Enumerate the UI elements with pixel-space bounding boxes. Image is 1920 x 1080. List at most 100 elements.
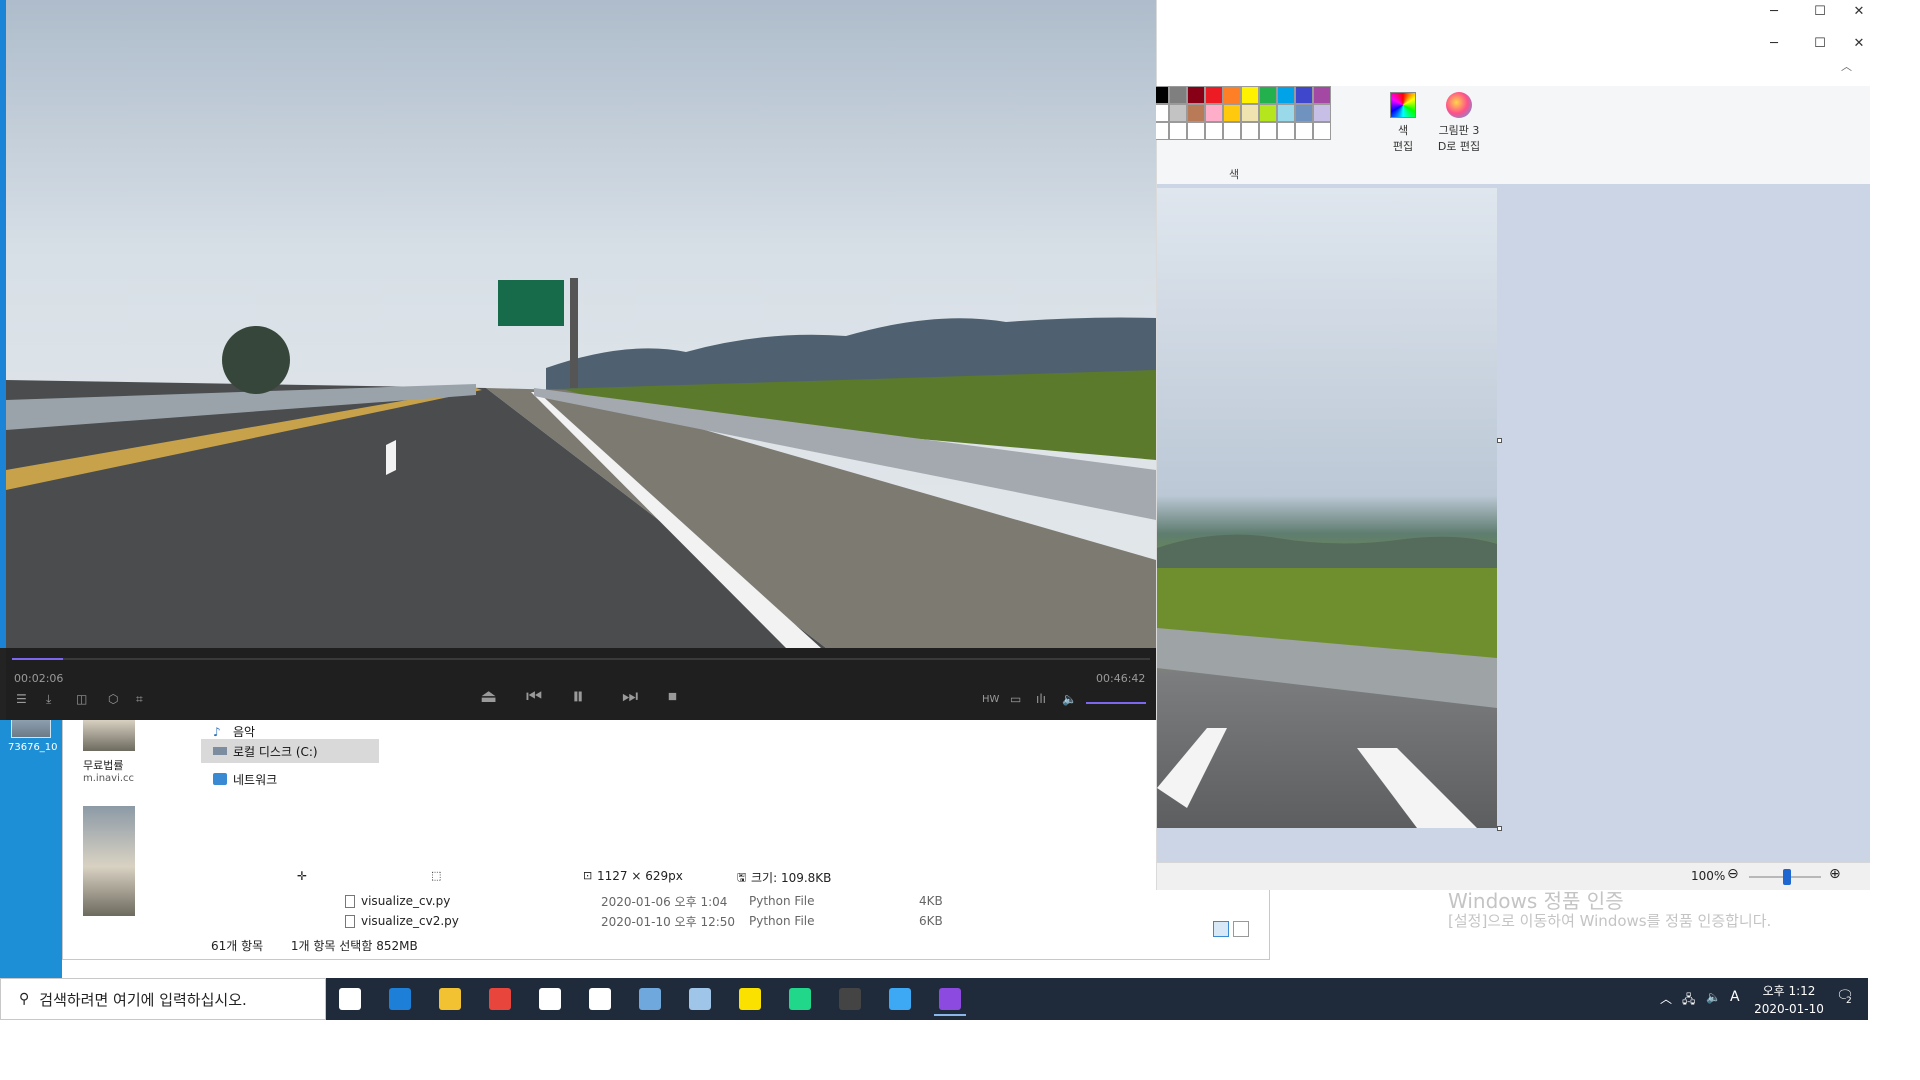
pycharm-icon [789, 988, 811, 1010]
vr-icon[interactable]: ◫ [76, 692, 87, 706]
large-icons-view-icon[interactable] [1233, 921, 1249, 937]
color-swatch[interactable] [1223, 86, 1241, 104]
color-swatch[interactable] [1277, 104, 1295, 122]
color-swatch[interactable] [1223, 122, 1241, 140]
color-swatch[interactable] [1313, 86, 1331, 104]
capture-icon[interactable]: ⌗ [136, 692, 143, 707]
taskbar-app-button[interactable] [730, 982, 770, 1016]
color-swatch[interactable] [1205, 86, 1223, 104]
nav-item-label: 음악 [233, 724, 256, 739]
color-swatch[interactable] [1259, 104, 1277, 122]
taskbar-app-button[interactable] [880, 982, 920, 1016]
download-icon[interactable]: ⤓ [46, 692, 51, 707]
color-swatch[interactable] [1241, 104, 1259, 122]
color-swatch[interactable] [1205, 122, 1223, 140]
next-icon[interactable]: ⏭ [622, 686, 638, 707]
explorer-thumbnail-column: 무료법률 m.inavi.cc [83, 681, 137, 961]
playlist-icon[interactable]: ☰ [16, 692, 27, 706]
volume-slider[interactable] [1086, 702, 1146, 704]
color-swatch[interactable] [1259, 86, 1277, 104]
taskbar-search[interactable]: ⚲ 검색하려면 여기에 입력하십시오. [0, 978, 326, 1020]
outer-close-button[interactable]: ✕ [1843, 0, 1875, 26]
zoom-slider-thumb[interactable] [1783, 869, 1791, 885]
volume-icon[interactable]: 🔈 [1062, 692, 1077, 706]
nav-item-network[interactable]: 네트워크 [201, 767, 379, 791]
audio-icon[interactable]: ılı [1036, 692, 1046, 706]
taskbar-app-button[interactable] [780, 982, 820, 1016]
close-button[interactable]: ✕ [1843, 30, 1875, 58]
previous-icon[interactable]: ⏮ [526, 686, 542, 707]
taskbar-app-button[interactable] [680, 982, 720, 1016]
edit-colors-button[interactable]: 색 편집 [1383, 92, 1423, 154]
edit-with-paint3d-button[interactable]: 그림판 3 D로 편집 [1427, 92, 1491, 154]
taskbar-app-button[interactable] [830, 982, 870, 1016]
outer-minimize-button[interactable]: ─ [1751, 0, 1797, 26]
video-player-icon [939, 988, 961, 1010]
zoom-slider[interactable] [1749, 869, 1821, 885]
music-icon: ♪ [213, 725, 221, 739]
color-swatch[interactable] [1169, 122, 1187, 140]
taskbar-app-button[interactable] [380, 982, 420, 1016]
outer-maximize-button[interactable]: ☐ [1797, 0, 1843, 26]
color-swatch[interactable] [1169, 104, 1187, 122]
nav-item-local-disk[interactable]: 로컬 디스크 (C:) [201, 739, 379, 763]
paint3d-icon [1446, 92, 1472, 118]
speaker-icon[interactable]: 🔈 [1706, 990, 1721, 1004]
maximize-button[interactable]: ☐ [1797, 30, 1843, 58]
clock[interactable]: 오후 1:12 2020-01-10 [1752, 982, 1826, 1016]
edit-colors-label: 편집 [1392, 140, 1414, 153]
file-date: 2020-01-10 오후 12:50 [601, 914, 736, 929]
notification-center-icon[interactable]: 🗨 2 [1836, 988, 1856, 1006]
pause-icon[interactable]: ⏸ [572, 682, 584, 710]
subtitle-icon[interactable]: ▭ [1010, 692, 1021, 706]
network-icon[interactable]: 🖧 [1682, 990, 1695, 1011]
color-swatch[interactable] [1187, 122, 1205, 140]
taskbar-app-button[interactable] [930, 982, 970, 1016]
taskbar-app-button[interactable] [530, 982, 570, 1016]
color-swatch[interactable] [1223, 104, 1241, 122]
color-swatch[interactable] [1241, 86, 1259, 104]
taskbar-app-button[interactable] [430, 982, 470, 1016]
color-swatch[interactable] [1295, 86, 1313, 104]
color-swatch[interactable] [1277, 86, 1295, 104]
zoom-in-button[interactable]: ⊕ [1829, 866, 1841, 882]
video-frame[interactable] [6, 0, 1156, 648]
color-swatch[interactable] [1187, 86, 1205, 104]
taskbar-app-button[interactable] [330, 982, 370, 1016]
stop-icon[interactable]: ⏹ [668, 686, 677, 707]
color-swatch[interactable] [1295, 104, 1313, 122]
thumbnail-caption-url: m.inavi.cc [83, 773, 135, 784]
clock-date: 2020-01-10 [1754, 1002, 1824, 1016]
resize-handle[interactable] [1497, 826, 1502, 831]
chevron-up-icon[interactable]: ︿ [1660, 990, 1672, 1007]
color-swatch[interactable] [1277, 122, 1295, 140]
image-thumbnail[interactable] [83, 806, 135, 916]
resize-handle[interactable] [1497, 438, 1502, 443]
color-swatch[interactable] [1313, 104, 1331, 122]
file-size: 4KB [919, 894, 943, 908]
details-view-icon[interactable] [1213, 921, 1229, 937]
eject-icon[interactable]: ⏏ [480, 686, 497, 707]
taskbar-app-button[interactable] [480, 982, 520, 1016]
color-swatch[interactable] [1295, 122, 1313, 140]
color-swatch[interactable] [1187, 104, 1205, 122]
taskbar-app-button[interactable] [580, 982, 620, 1016]
zoom-out-button[interactable]: ⊖ [1727, 866, 1739, 882]
hw-icon[interactable]: HW [982, 694, 999, 705]
file-row[interactable]: visualize_cv2.py 2020-01-10 오후 12:50 Pyt… [345, 911, 1245, 931]
taskbar-app-button[interactable] [630, 982, 670, 1016]
file-row[interactable]: visualize_cv.py 2020-01-06 오후 1:04 Pytho… [345, 891, 1245, 911]
color-swatch[interactable] [1205, 104, 1223, 122]
color-swatch[interactable] [1313, 122, 1331, 140]
3d-icon[interactable]: ⬡ [108, 692, 118, 706]
paint-image[interactable] [1157, 188, 1497, 828]
color-swatch[interactable] [1241, 122, 1259, 140]
clock-time: 오후 1:12 [1762, 984, 1816, 998]
progress-track[interactable] [12, 658, 1150, 660]
ime-indicator[interactable]: A [1730, 989, 1740, 1005]
ribbon-collapse-icon[interactable]: ︿ [1841, 58, 1852, 74]
file-list: visualize_cv.py 2020-01-06 오후 1:04 Pytho… [345, 891, 1245, 931]
color-swatch[interactable] [1259, 122, 1277, 140]
minimize-button[interactable]: ─ [1751, 30, 1797, 58]
color-swatch[interactable] [1169, 86, 1187, 104]
